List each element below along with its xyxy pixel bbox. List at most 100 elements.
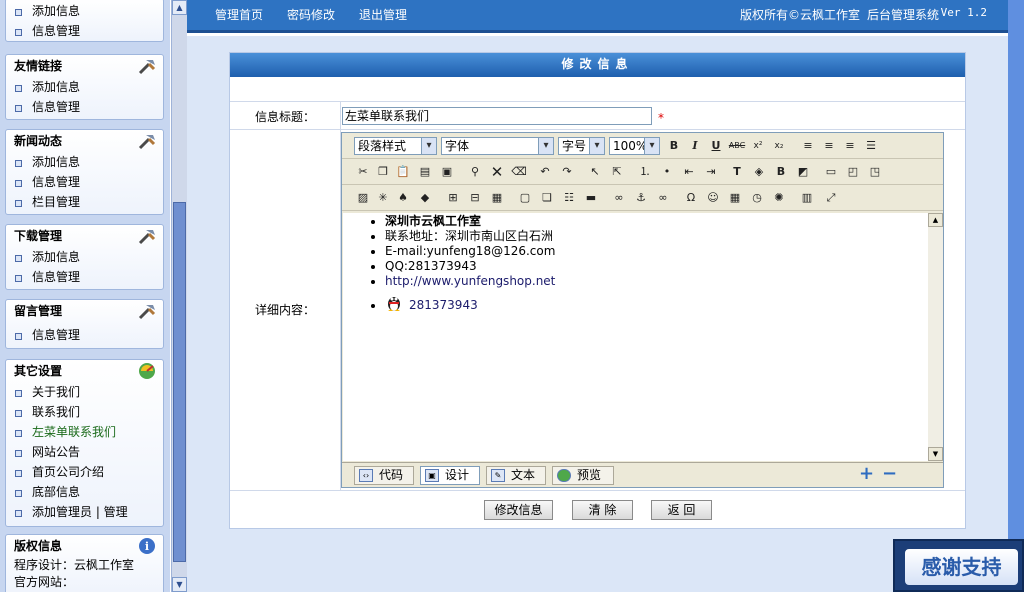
text-color-icon[interactable]: T <box>728 163 746 181</box>
sidebar-item-manage-info[interactable]: 信息管理 <box>6 172 163 192</box>
subscript-icon[interactable]: x₂ <box>770 137 788 155</box>
unordered-list-icon[interactable]: • <box>658 163 676 181</box>
anchor-icon[interactable]: ⚓ <box>632 189 650 207</box>
undo-icon[interactable]: ↶ <box>536 163 554 181</box>
bold-icon[interactable]: B <box>665 137 683 155</box>
paste-icon[interactable]: 📋 <box>394 163 412 181</box>
font-size-select[interactable]: 字号 <box>558 137 605 155</box>
sidebar-item-add-info[interactable]: 添加信息 <box>6 77 163 97</box>
sidebar-item-add-info[interactable]: 添加信息 <box>6 247 163 267</box>
insert-frame-icon[interactable]: ❏ <box>538 189 556 207</box>
highlight-icon[interactable]: ◈ <box>750 163 768 181</box>
scroll-up-button[interactable]: ▲ <box>172 0 187 15</box>
align-justify-icon[interactable]: ☰ <box>862 137 880 155</box>
paste-word-icon[interactable]: ▣ <box>438 163 456 181</box>
sidebar-item-manage-info[interactable]: 信息管理 <box>6 267 163 287</box>
sidebar-item-left-menu-contact[interactable]: 左菜单联系我们 <box>6 422 163 442</box>
special-char-icon[interactable]: Ω <box>682 189 700 207</box>
scroll-down-button[interactable]: ▼ <box>928 447 943 461</box>
remove-format-icon[interactable]: ◩ <box>794 163 812 181</box>
title-input[interactable]: 左菜单联系我们 <box>342 107 652 125</box>
paragraph-style-select[interactable]: 段落样式 <box>354 137 437 155</box>
paste-text-icon[interactable]: ▤ <box>416 163 434 181</box>
emoticon-icon[interactable]: ☺ <box>704 189 722 207</box>
back-button[interactable]: 返 回 <box>651 500 712 520</box>
send-backward-icon[interactable]: ◳ <box>866 163 884 181</box>
website-link[interactable]: http://www.yunfengshop.net <box>385 274 555 288</box>
sidebar-item-manage-info[interactable]: 信息管理 <box>6 21 163 41</box>
delete-icon[interactable]: ✕ <box>488 163 506 181</box>
insert-textbox-icon[interactable]: ▢ <box>516 189 534 207</box>
sidebar-item-footer-info[interactable]: 底部信息 <box>6 482 163 502</box>
editor-scrollbar[interactable]: ▲ ▼ <box>928 213 943 461</box>
insert-link-icon[interactable]: ∞ <box>610 189 628 207</box>
find-icon[interactable]: ⚲ <box>466 163 484 181</box>
marquee-icon[interactable]: ▬ <box>582 189 600 207</box>
superscript-icon[interactable]: x² <box>749 137 767 155</box>
thanks-badge: 感谢支持 <box>893 539 1024 592</box>
insert-image-icon[interactable]: ▨ <box>354 189 372 207</box>
nav-home-link[interactable]: 管理首页 <box>215 6 263 23</box>
ordered-list-icon[interactable]: ⒈ <box>636 163 654 181</box>
settings-icon[interactable]: ✺ <box>770 189 788 207</box>
insert-time-icon[interactable]: ◷ <box>748 189 766 207</box>
editor-content-area[interactable]: 深圳市云枫工作室 联系地址：深圳市南山区白石洲 E-mail:yunfeng18… <box>343 213 928 461</box>
sidebar-scrollbar[interactable]: ▲ ▼ <box>171 0 187 592</box>
sidebar-item-announcement[interactable]: 网站公告 <box>6 442 163 462</box>
align-center-icon[interactable]: ≡ <box>820 137 838 155</box>
sidebar-item-add-info[interactable]: 添加信息 <box>6 1 163 21</box>
indent-icon[interactable]: ⇥ <box>702 163 720 181</box>
underline-icon[interactable]: U <box>707 137 725 155</box>
tab-design[interactable]: ▣ 设计 <box>420 466 480 485</box>
submit-button[interactable]: 修改信息 <box>484 500 553 520</box>
nav-password-link[interactable]: 密码修改 <box>287 6 335 23</box>
insert-layer-icon[interactable]: ▭ <box>822 163 840 181</box>
zoom-select[interactable]: 100% <box>609 137 660 155</box>
tab-code[interactable]: ‹› 代码 <box>354 466 414 485</box>
clear-button[interactable]: 清 除 <box>572 500 633 520</box>
content-label: 详细内容： <box>255 303 316 317</box>
sidebar-item-add-info[interactable]: 添加信息 <box>6 152 163 172</box>
align-left-icon[interactable]: ≡ <box>799 137 817 155</box>
sidebar-item-admin[interactable]: 添加管理员 | 管理 <box>6 502 163 522</box>
sidebar-item-about[interactable]: 关于我们 <box>6 382 163 402</box>
insert-file-icon[interactable]: ◆ <box>416 189 434 207</box>
insert-date-icon[interactable]: ▦ <box>726 189 744 207</box>
remove-link-icon[interactable]: ∞ <box>654 189 672 207</box>
tab-text[interactable]: ✎ 文本 <box>486 466 546 485</box>
align-right-icon[interactable]: ≡ <box>841 137 859 155</box>
insert-flash-icon[interactable]: ✳ <box>374 189 392 207</box>
tab-preview[interactable]: 预览 <box>552 466 614 485</box>
insert-column-icon[interactable]: ▦ <box>488 189 506 207</box>
insert-table-icon[interactable]: ⊞ <box>444 189 462 207</box>
font-select[interactable]: 字体 <box>441 137 554 155</box>
absolute-position-icon[interactable]: ⇱ <box>608 163 626 181</box>
collapse-icon[interactable]: − <box>882 465 898 483</box>
strikethrough-icon[interactable]: ABC <box>728 137 746 155</box>
scroll-up-button[interactable]: ▲ <box>928 213 943 227</box>
background-color-icon[interactable]: B <box>772 163 790 181</box>
qq-link[interactable]: 281373943 <box>409 298 478 312</box>
outdent-icon[interactable]: ⇤ <box>680 163 698 181</box>
horizontal-rule-icon[interactable]: ☷ <box>560 189 578 207</box>
insert-row-icon[interactable]: ⊟ <box>466 189 484 207</box>
sidebar-item-home-intro[interactable]: 首页公司介绍 <box>6 462 163 482</box>
scroll-thumb[interactable] <box>173 202 186 562</box>
sidebar-item-manage-info[interactable]: 信息管理 <box>6 97 163 117</box>
expand-icon[interactable]: + <box>859 465 875 483</box>
insert-media-icon[interactable]: ♠ <box>394 189 412 207</box>
fullscreen-icon[interactable]: ⤢ <box>822 189 840 207</box>
nav-logout-link[interactable]: 退出管理 <box>359 6 407 23</box>
cut-icon[interactable]: ✂ <box>354 163 372 181</box>
edit-source-icon[interactable]: ▥ <box>798 189 816 207</box>
eraser-icon[interactable]: ⌫ <box>510 163 528 181</box>
select-icon[interactable]: ↖ <box>586 163 604 181</box>
italic-icon[interactable]: I <box>686 137 704 155</box>
redo-icon[interactable]: ↷ <box>558 163 576 181</box>
sidebar-item-manage-columns[interactable]: 栏目管理 <box>6 192 163 212</box>
scroll-down-button[interactable]: ▼ <box>172 577 187 592</box>
sidebar-item-manage-info[interactable]: 信息管理 <box>6 325 163 345</box>
bring-forward-icon[interactable]: ◰ <box>844 163 862 181</box>
sidebar-item-contact[interactable]: 联系我们 <box>6 402 163 422</box>
copy-icon[interactable]: ❐ <box>374 163 392 181</box>
